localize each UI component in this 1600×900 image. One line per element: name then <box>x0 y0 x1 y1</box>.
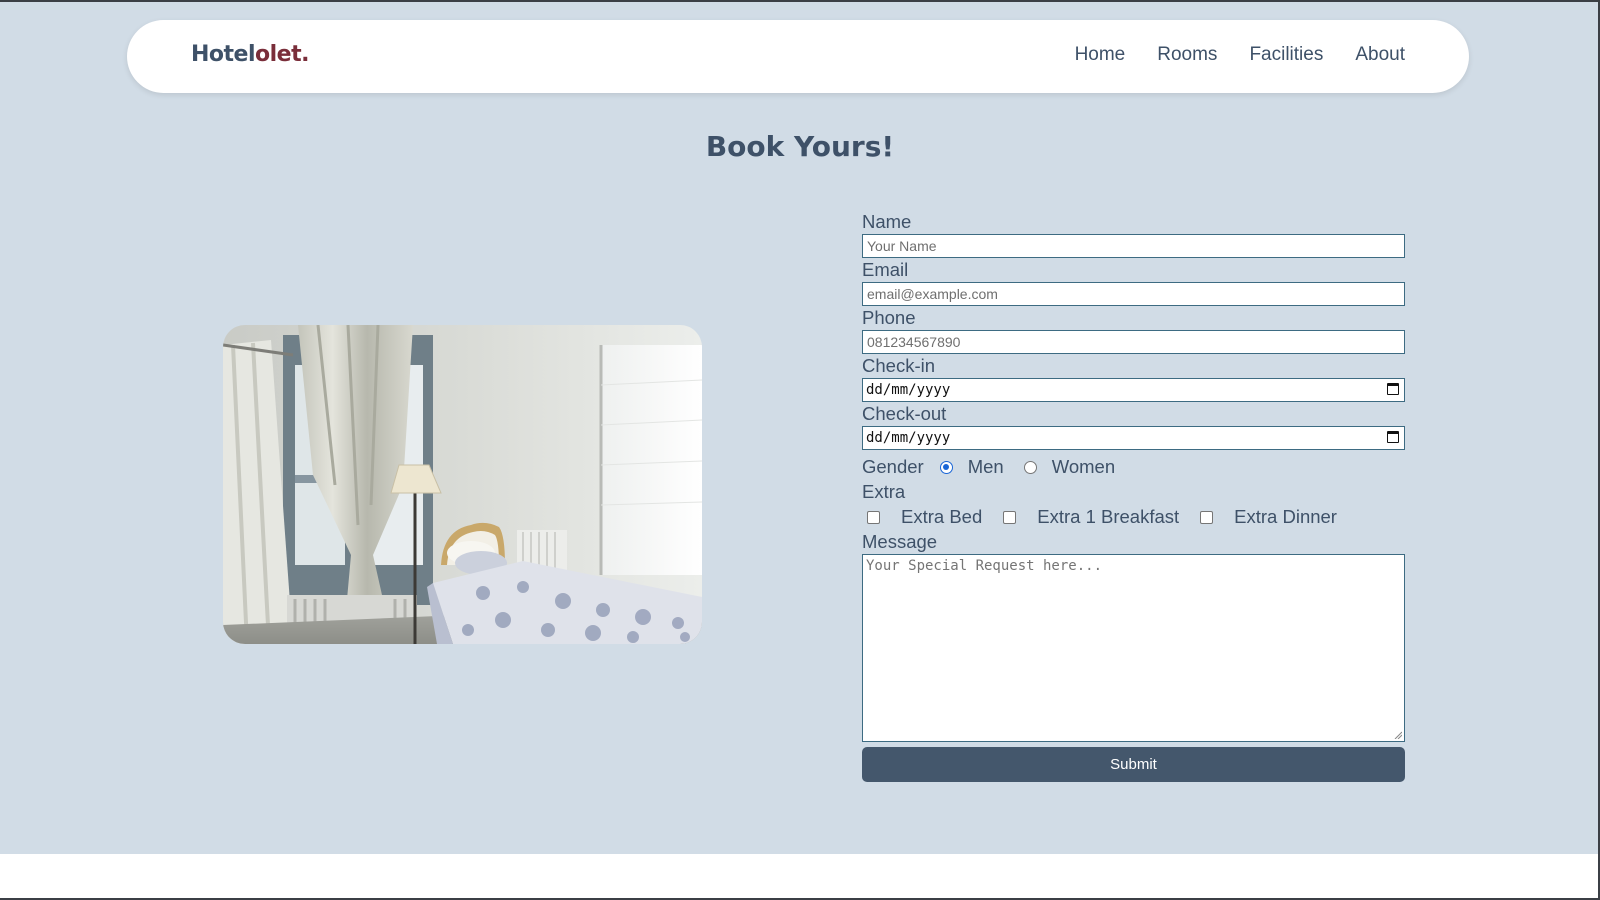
extra-bed-label: Extra Bed <box>901 506 983 527</box>
name-input[interactable] <box>862 234 1405 258</box>
checkin-date-input[interactable]: dd/mm/yyyy <box>862 378 1405 402</box>
message-wrapper <box>862 554 1405 742</box>
nav-rooms-link[interactable]: Rooms <box>1157 44 1217 66</box>
gender-women-radio[interactable] <box>1023 460 1037 474</box>
phone-input[interactable] <box>862 330 1405 354</box>
gender-women-label: Women <box>1051 456 1116 477</box>
submit-button[interactable]: Submit <box>862 747 1405 782</box>
page-title: Book Yours! <box>705 130 895 163</box>
name-label: Name <box>862 211 912 232</box>
nav-about-link[interactable]: About <box>1355 44 1405 66</box>
checkin-date-value: dd/mm/yyyy <box>866 382 951 398</box>
extra-dinner-checkbox[interactable] <box>1200 510 1214 524</box>
brand-part-2: olet. <box>255 42 309 67</box>
phone-label: Phone <box>862 307 916 328</box>
message-textarea[interactable] <box>862 554 1405 742</box>
nav-links: Home Rooms Facilities About <box>1075 44 1405 66</box>
checkout-label: Check-out <box>862 403 947 424</box>
room-photo <box>223 325 702 644</box>
extra-dinner-label: Extra Dinner <box>1234 506 1337 527</box>
gender-men-label: Men <box>967 456 1004 477</box>
navbar: Hotelolet. Home Rooms Facilities About <box>127 20 1469 93</box>
extra-breakfast-label: Extra 1 Breakfast <box>1037 506 1180 527</box>
checkout-date-value: dd/mm/yyyy <box>866 430 951 446</box>
extra-label: Extra <box>862 481 906 502</box>
calendar-icon[interactable] <box>1387 431 1399 443</box>
brand-logo[interactable]: Hotelolet. <box>191 42 309 67</box>
gender-row: Gender Men Women <box>862 454 1405 480</box>
email-input[interactable] <box>862 282 1405 306</box>
gender-label: Gender <box>862 456 924 477</box>
nav-facilities-link[interactable]: Facilities <box>1249 44 1323 66</box>
calendar-icon[interactable] <box>1387 383 1399 395</box>
brand-part-1: Hotel <box>191 42 256 67</box>
checkin-label: Check-in <box>862 355 935 376</box>
resize-grip-icon[interactable] <box>1394 731 1402 739</box>
page-background: Hotelolet. Home Rooms Facilities About B… <box>0 0 1600 854</box>
extra-options-row: Extra Bed Extra 1 Breakfast Extra Dinner <box>862 504 1405 530</box>
nav-home-link[interactable]: Home <box>1075 44 1126 66</box>
message-label: Message <box>862 531 938 552</box>
gender-men-radio[interactable] <box>939 460 953 474</box>
extra-bed-checkbox[interactable] <box>867 510 880 524</box>
email-label: Email <box>862 259 909 280</box>
checkout-date-input[interactable]: dd/mm/yyyy <box>862 426 1405 450</box>
extra-breakfast-checkbox[interactable] <box>1003 510 1017 524</box>
booking-form: Name Email Phone Check-in dd/mm/yyyy Che… <box>862 210 1405 782</box>
